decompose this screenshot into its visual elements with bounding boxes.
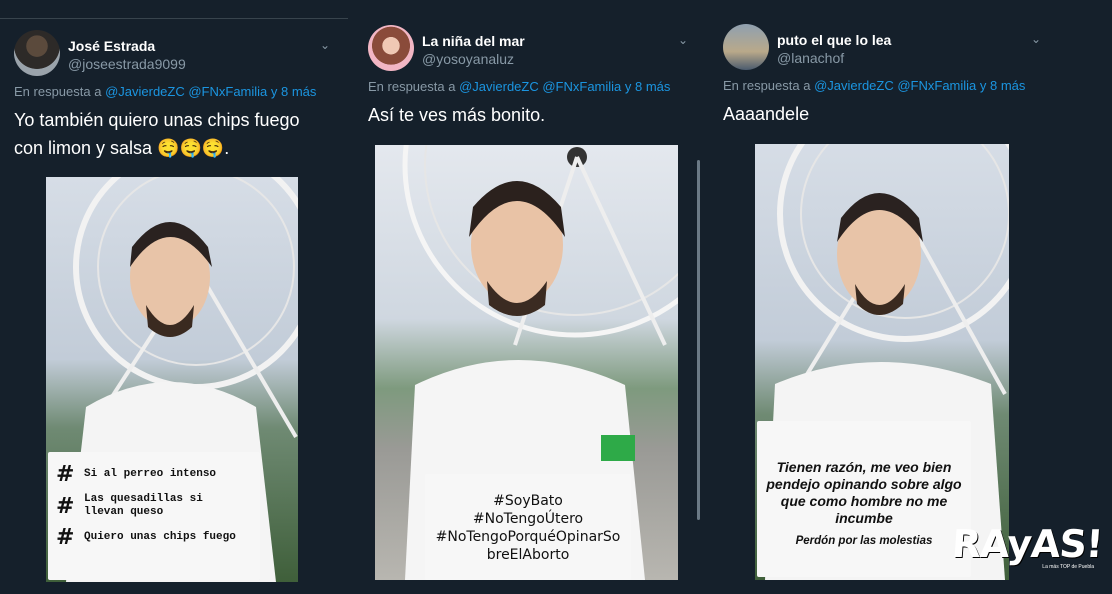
tweet-photo[interactable]: # Si al perreo intenso # Las quesadillas… [46,177,298,582]
paper-sign: Tienen razón, me veo bien pendejo opinan… [757,421,971,577]
avatar[interactable] [723,24,769,70]
tweet-header: José Estrada @joseestrada9099 ⌄ [14,30,334,80]
scrollbar[interactable] [697,160,700,520]
sign-main-text: Tienen razón, me veo bien pendejo opinan… [766,459,962,526]
user-handle[interactable]: @joseestrada9099 [68,56,186,72]
reply-context: En respuesta a @JavierdeZC @FNxFamilia y… [723,78,1025,93]
tweet-photo[interactable]: #SoyBato #NoTengoÚtero #NoTengoPorquéOpi… [375,145,678,580]
tweet-text: Yo también quiero unas chips fuego con l… [14,110,300,158]
tweet-header: La niña del mar @yosoyanaluz ⌄ [368,25,693,75]
sign-small-text: Perdón por las molestias [795,535,933,547]
paper-sign: #SoyBato #NoTengoÚtero #NoTengoPorquéOpi… [425,474,631,580]
tweet-3[interactable]: puto el que lo lea @lanachof ⌄ En respue… [723,24,1053,584]
hashtag-icon: # [56,493,75,519]
sign-row: # Quiero unas chips fuego [56,525,252,550]
avatar[interactable] [14,30,60,76]
reply-mentions-link[interactable]: @JavierdeZC @FNxFamilia y 8 más [105,84,316,99]
sign-line: #NoTengoPorquéOpinarSo [435,529,621,545]
watermark-tagline: La más TOP de Puebla [1042,564,1094,570]
chevron-down-icon[interactable]: ⌄ [1031,32,1041,46]
display-name[interactable]: puto el que lo lea [777,32,891,48]
chevron-down-icon[interactable]: ⌄ [320,38,330,52]
chevron-down-icon[interactable]: ⌄ [678,33,688,47]
tweet-text: Así te ves más bonito. [368,105,546,125]
reply-mentions-link[interactable]: @JavierdeZC @FNxFamilia y 8 más [814,78,1025,93]
sign-line: breElAborto [486,547,570,563]
tweet-1[interactable]: José Estrada @joseestrada9099 ⌄ En respu… [14,30,334,585]
sign-item: Quiero unas chips fuego [84,531,236,543]
avatar[interactable] [368,25,414,71]
user-handle[interactable]: @yosoyanaluz [422,51,514,67]
display-name[interactable]: José Estrada [68,38,155,54]
paper-sign: # Si al perreo intenso # Las quesadillas… [48,452,260,580]
sign-item: Las quesadillas si llevan queso [84,493,203,518]
reply-prefix: En respuesta a [368,79,456,94]
reply-prefix: En respuesta a [14,84,102,99]
watermark-logo: RAyAS! [950,522,1104,566]
hashtag-icon: # [56,525,75,550]
sign-row: # Si al perreo intenso [56,462,252,487]
reply-context: En respuesta a @JavierdeZC @FNxFamilia y… [14,84,316,99]
sign-line: #SoyBato [493,493,563,509]
top-divider [0,18,348,19]
reply-mentions-link[interactable]: @JavierdeZC @FNxFamilia y 8 más [459,79,670,94]
sign-line: #NoTengoÚtero [472,511,584,527]
tweet-photo[interactable]: Tienen razón, me veo bien pendejo opinan… [755,144,1009,580]
reply-context: En respuesta a @JavierdeZC @FNxFamilia y… [368,79,670,94]
sign-row: # Las quesadillas si llevan queso [56,493,252,519]
hashtag-icon: # [56,462,75,487]
display-name[interactable]: La niña del mar [422,33,525,49]
tweet-header: puto el que lo lea @lanachof ⌄ [723,24,1053,74]
user-handle[interactable]: @lanachof [777,50,844,66]
reply-prefix: En respuesta a [723,78,811,93]
sign-item: Si al perreo intenso [84,468,217,480]
tweet-2[interactable]: La niña del mar @yosoyanaluz ⌄ En respue… [368,25,693,585]
tweet-text: Aaaandele [723,104,810,124]
